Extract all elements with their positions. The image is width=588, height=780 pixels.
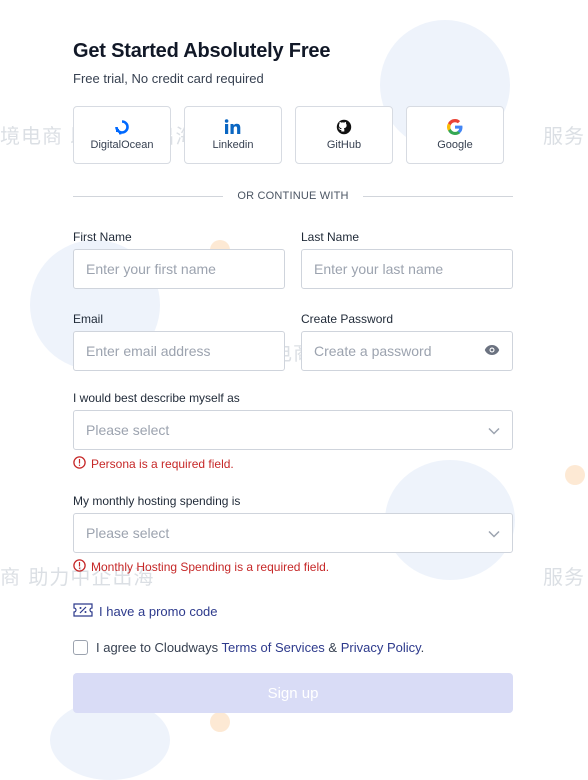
sign-up-button[interactable]: Sign up <box>73 673 513 713</box>
watermark-dot <box>210 712 230 732</box>
last-name-input[interactable]: Enter your last name <box>301 249 513 289</box>
github-icon <box>336 119 352 135</box>
email-placeholder: Enter email address <box>86 343 211 359</box>
github-label: GitHub <box>326 139 362 151</box>
terms-amp: & <box>324 640 341 655</box>
last-name-label: Last Name <box>301 230 360 244</box>
password-placeholder: Create a password <box>314 343 432 359</box>
linkedin-icon <box>224 119 242 135</box>
divider-line <box>73 195 224 197</box>
first-name-placeholder: Enter your first name <box>86 261 216 277</box>
chevron-down-icon <box>488 422 500 438</box>
page-subtitle: Free trial, No credit card required <box>73 71 264 86</box>
persona-field: I would best describe myself as Please s… <box>73 391 513 472</box>
chevron-down-icon <box>488 525 500 541</box>
spending-field: My monthly hosting spending is Please se… <box>73 494 513 575</box>
linkedin-button[interactable]: Linkedin <box>184 106 282 164</box>
coupon-icon <box>73 603 93 620</box>
name-row: First Name Enter your first name Last Na… <box>73 230 513 289</box>
last-name-placeholder: Enter your last name <box>314 261 444 277</box>
error-icon <box>73 456 86 472</box>
promo-code-link[interactable]: I have a promo code <box>73 603 513 620</box>
email-label: Email <box>73 312 104 326</box>
terms-of-service-link[interactable]: Terms of Services <box>222 640 325 655</box>
persona-error: Persona is a required field. <box>73 456 513 472</box>
privacy-policy-link[interactable]: Privacy Policy <box>341 640 421 655</box>
password-label: Create Password <box>301 312 394 326</box>
promo-code-label: I have a promo code <box>99 604 218 619</box>
last-name-field: Last Name Enter your last name <box>301 230 513 289</box>
signup-form-container: Get Started Absolutely Free Free trial, … <box>73 40 514 713</box>
persona-label: I would best describe myself as <box>73 391 240 405</box>
watermark-dot <box>565 465 585 485</box>
terms-prefix: I agree to Cloudways <box>96 640 222 655</box>
google-icon <box>447 119 463 135</box>
password-field: Create Password Create a password <box>301 312 513 371</box>
spending-error-text: Monthly Hosting Spending is a required f… <box>91 560 330 574</box>
spending-label: My monthly hosting spending is <box>73 494 241 508</box>
first-name-field: First Name Enter your first name <box>73 230 285 289</box>
spending-error: Monthly Hosting Spending is a required f… <box>73 559 513 575</box>
divider-text: OR CONTINUE WITH <box>237 190 349 202</box>
terms-checkbox[interactable] <box>73 640 88 655</box>
watermark-text: 服务 <box>543 565 585 589</box>
persona-value: Please select <box>86 422 170 438</box>
eye-icon[interactable] <box>484 343 500 359</box>
github-button[interactable]: GitHub <box>295 106 393 164</box>
spending-select[interactable]: Please select <box>73 513 513 553</box>
email-input[interactable]: Enter email address <box>73 331 285 371</box>
password-input[interactable]: Create a password <box>301 331 513 371</box>
terms-suffix: . <box>420 640 425 655</box>
google-label: Google <box>437 139 473 151</box>
persona-error-text: Persona is a required field. <box>91 457 234 471</box>
first-name-label: First Name <box>73 230 132 244</box>
spending-value: Please select <box>86 525 170 541</box>
google-button[interactable]: Google <box>406 106 504 164</box>
divider-line <box>362 195 514 197</box>
or-divider: OR CONTINUE WITH <box>73 190 514 202</box>
error-icon <box>73 559 86 575</box>
digitalocean-icon <box>114 119 130 135</box>
persona-select[interactable]: Please select <box>73 410 513 450</box>
terms-agreement: I agree to Cloudways Terms of Services &… <box>73 640 513 655</box>
watermark-text: 服务 <box>543 124 585 148</box>
linkedin-label: Linkedin <box>212 139 254 151</box>
credentials-row: Email Enter email address Create Passwor… <box>73 312 513 371</box>
digitalocean-button[interactable]: DigitalOcean <box>73 106 171 164</box>
page-title: Get Started Absolutely Free <box>73 40 331 62</box>
email-field: Email Enter email address <box>73 312 285 371</box>
terms-text: I agree to Cloudways Terms of Services &… <box>96 640 424 655</box>
oauth-providers: DigitalOcean Linkedin GitHub Google <box>73 106 513 164</box>
digitalocean-label: DigitalOcean <box>90 139 154 151</box>
first-name-input[interactable]: Enter your first name <box>73 249 285 289</box>
